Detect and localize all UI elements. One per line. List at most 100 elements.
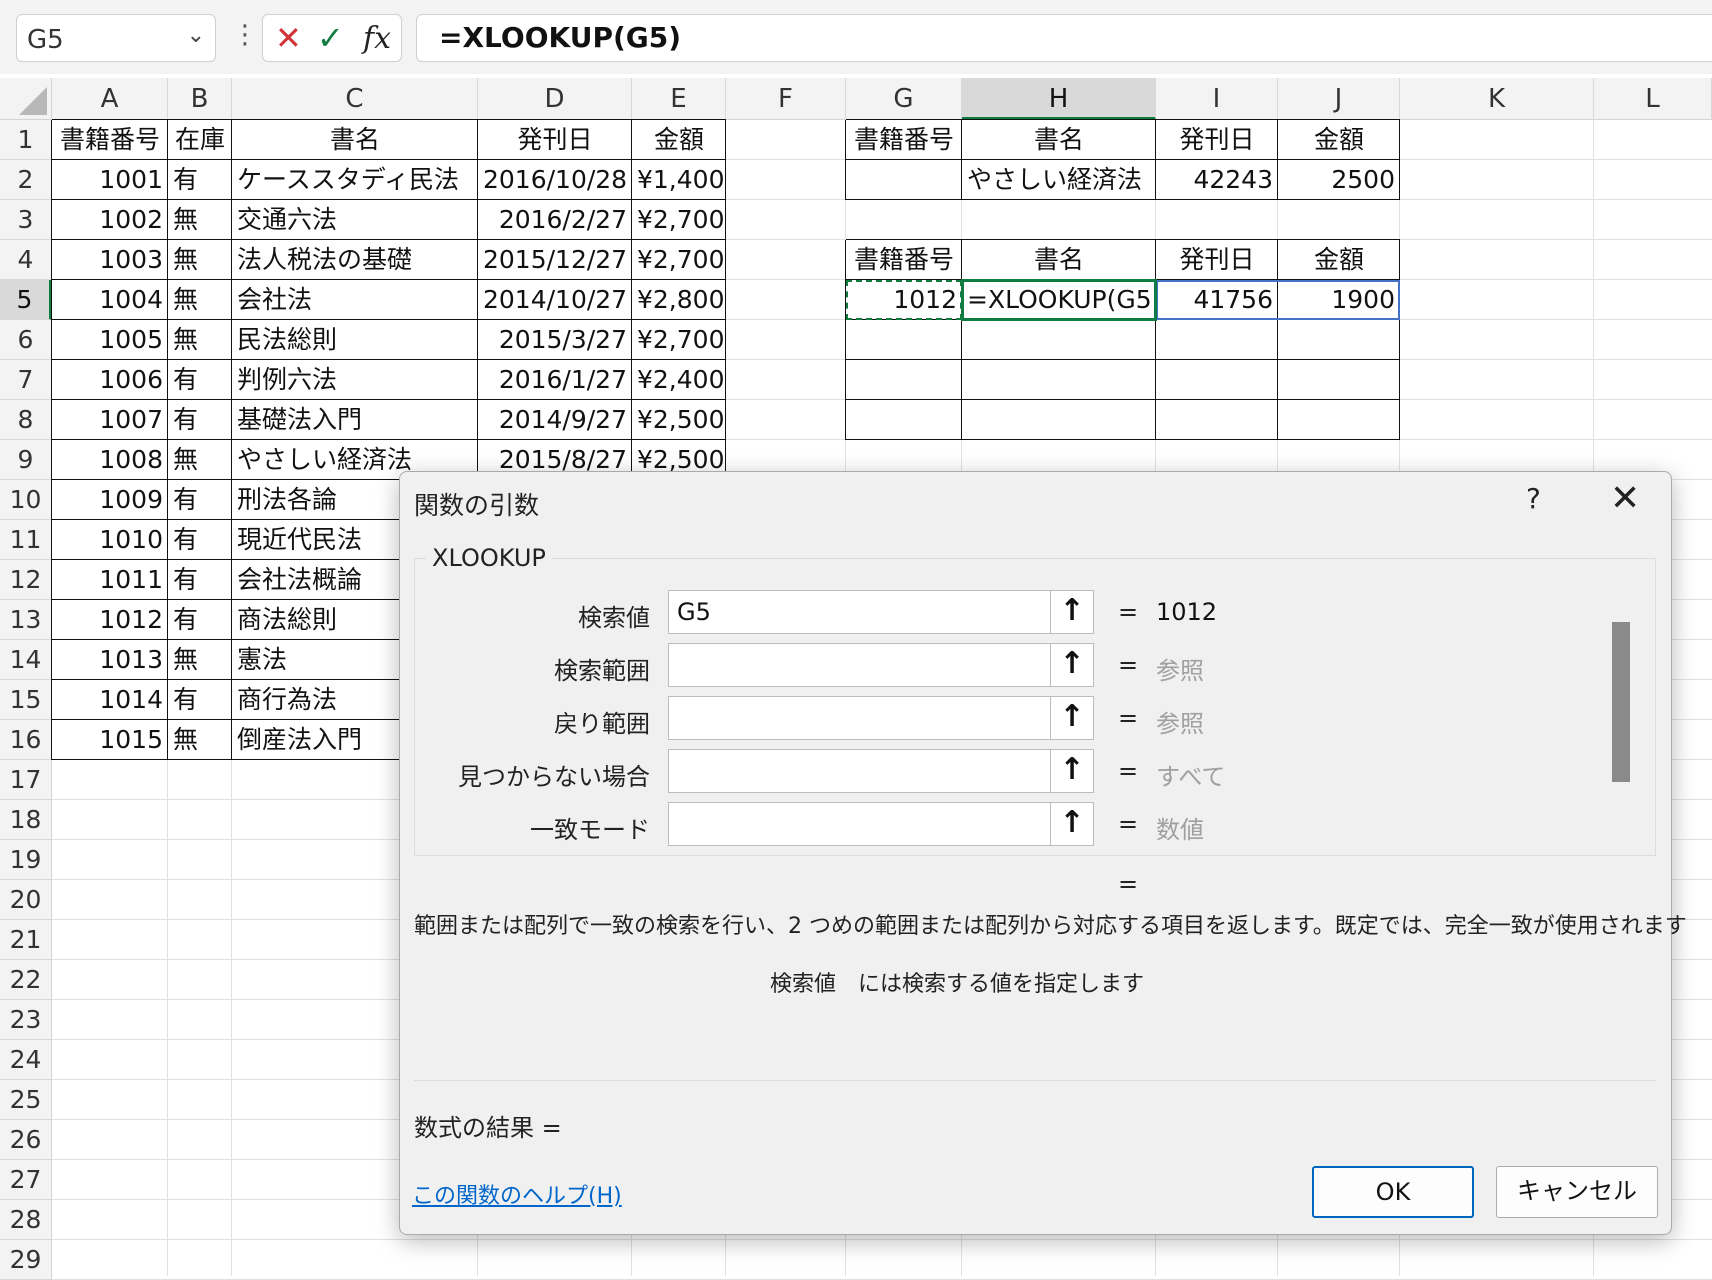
row-header-18[interactable]: 18 [0,800,52,840]
insert-function-icon[interactable]: fx [363,21,391,56]
row-header-24[interactable]: 24 [0,1040,52,1080]
table-cell[interactable]: ¥2,700 [632,320,726,360]
table-cell[interactable]: ¥2,700 [632,200,726,240]
table-cell[interactable]: 無 [168,320,232,360]
row-header-17[interactable]: 17 [0,760,52,800]
row-header-25[interactable]: 25 [0,1080,52,1120]
table-cell[interactable]: 民法総則 [232,320,478,360]
row-header-20[interactable]: 20 [0,880,52,920]
table-cell[interactable]: 1006 [52,360,168,400]
arg-input[interactable] [668,749,1086,793]
table-cell[interactable]: 2016/2/27 [478,200,632,240]
close-icon[interactable]: ✕ [1610,478,1640,519]
table-cell[interactable]: 無 [168,240,232,280]
lookup-header[interactable]: 発刊日 [1156,240,1278,280]
table-cell[interactable]: 1004 [52,280,168,320]
table-cell[interactable]: 有 [168,480,232,520]
row-header-7[interactable]: 7 [0,360,52,400]
collapse-dialog-arrow-up-icon[interactable]: ↑ [1050,696,1094,740]
formula-input[interactable]: =XLOOKUP(G5) [416,14,1712,62]
arguments-scrollbar-thumb[interactable] [1612,622,1630,782]
column-header-k[interactable]: K [1400,78,1594,120]
row-header-9[interactable]: 9 [0,440,52,480]
lookup-header[interactable]: 書籍番号 [846,120,962,160]
table-header[interactable]: 書名 [232,120,478,160]
table-cell[interactable]: ¥2,700 [632,240,726,280]
row-header-8[interactable]: 8 [0,400,52,440]
table-cell[interactable]: 1014 [52,680,168,720]
table-cell[interactable]: 有 [168,600,232,640]
table-cell[interactable]: 有 [168,360,232,400]
row-header-6[interactable]: 6 [0,320,52,360]
table-cell[interactable]: 1012 [52,600,168,640]
enter-check-icon[interactable]: ✓ [317,19,344,57]
lookup-header[interactable]: 書名 [962,240,1156,280]
collapse-dialog-arrow-up-icon[interactable]: ↑ [1050,749,1094,793]
table-cell[interactable]: 判例六法 [232,360,478,400]
cancel-button[interactable]: キャンセル [1496,1166,1658,1218]
arg-input[interactable] [668,802,1086,846]
table-cell[interactable]: 基礎法入門 [232,400,478,440]
row-header-23[interactable]: 23 [0,1000,52,1040]
table-cell[interactable]: 1009 [52,480,168,520]
table-cell[interactable]: 2014/10/27 [478,280,632,320]
row-header-16[interactable]: 16 [0,720,52,760]
table-cell[interactable]: ¥1,400 [632,160,726,200]
row-header-11[interactable]: 11 [0,520,52,560]
collapse-dialog-arrow-up-icon[interactable]: ↑ [1050,802,1094,846]
active-cell[interactable] [961,279,1157,321]
lookup-header[interactable]: 発刊日 [1156,120,1278,160]
column-header-d[interactable]: D [478,78,632,120]
table-cell[interactable]: 1005 [52,320,168,360]
row-header-19[interactable]: 19 [0,840,52,880]
lookup-cell[interactable]: やさしい経済法 [962,160,1156,200]
column-header-l[interactable]: L [1594,78,1712,120]
table-header[interactable]: 書籍番号 [52,120,168,160]
table-cell[interactable]: ケーススタディ民法 [232,160,478,200]
row-header-26[interactable]: 26 [0,1120,52,1160]
arg-input[interactable] [668,696,1086,740]
select-all-button[interactable] [0,78,52,120]
column-header-f[interactable]: F [726,78,846,120]
table-cell[interactable]: 有 [168,160,232,200]
table-cell[interactable]: 交通六法 [232,200,478,240]
lookup-cell[interactable]: 2500 [1278,160,1400,200]
row-header-12[interactable]: 12 [0,560,52,600]
lookup-header[interactable]: 書籍番号 [846,240,962,280]
column-header-j[interactable]: J [1278,78,1400,120]
table-cell[interactable]: 無 [168,640,232,680]
table-header[interactable]: 在庫 [168,120,232,160]
column-header-g[interactable]: G [846,78,962,120]
table-cell[interactable]: 無 [168,720,232,760]
table-cell[interactable]: 有 [168,560,232,600]
table-cell[interactable]: ¥2,800 [632,280,726,320]
collapse-dialog-arrow-up-icon[interactable]: ↑ [1050,643,1094,687]
row-header-10[interactable]: 10 [0,480,52,520]
table-cell[interactable]: 2015/12/27 [478,240,632,280]
table-cell[interactable]: 有 [168,680,232,720]
lookup-cell[interactable]: 42243 [1156,160,1278,200]
table-cell[interactable]: 1001 [52,160,168,200]
table-cell[interactable]: 1008 [52,440,168,480]
row-header-21[interactable]: 21 [0,920,52,960]
row-header-27[interactable]: 27 [0,1160,52,1200]
help-icon[interactable]: ? [1526,482,1541,515]
row-header-13[interactable]: 13 [0,600,52,640]
table-cell[interactable]: 無 [168,200,232,240]
cancel-icon[interactable]: ✕ [275,19,302,57]
table-cell[interactable]: 1015 [52,720,168,760]
table-cell[interactable]: 2015/3/27 [478,320,632,360]
name-box[interactable]: G5 ⌄ [16,14,216,62]
arg-input[interactable] [668,643,1086,687]
arg-input[interactable]: G5 [668,590,1086,634]
column-header-h[interactable]: H [962,78,1156,120]
table-cell[interactable]: 無 [168,280,232,320]
table-cell[interactable]: 1007 [52,400,168,440]
function-help-link[interactable]: この関数のヘルプ(H) [412,1178,622,1210]
table-cell[interactable]: 有 [168,520,232,560]
column-header-b[interactable]: B [168,78,232,120]
chevron-down-icon[interactable]: ⌄ [187,23,205,48]
row-header-2[interactable]: 2 [0,160,52,200]
column-header-c[interactable]: C [232,78,478,120]
table-cell[interactable]: 1002 [52,200,168,240]
